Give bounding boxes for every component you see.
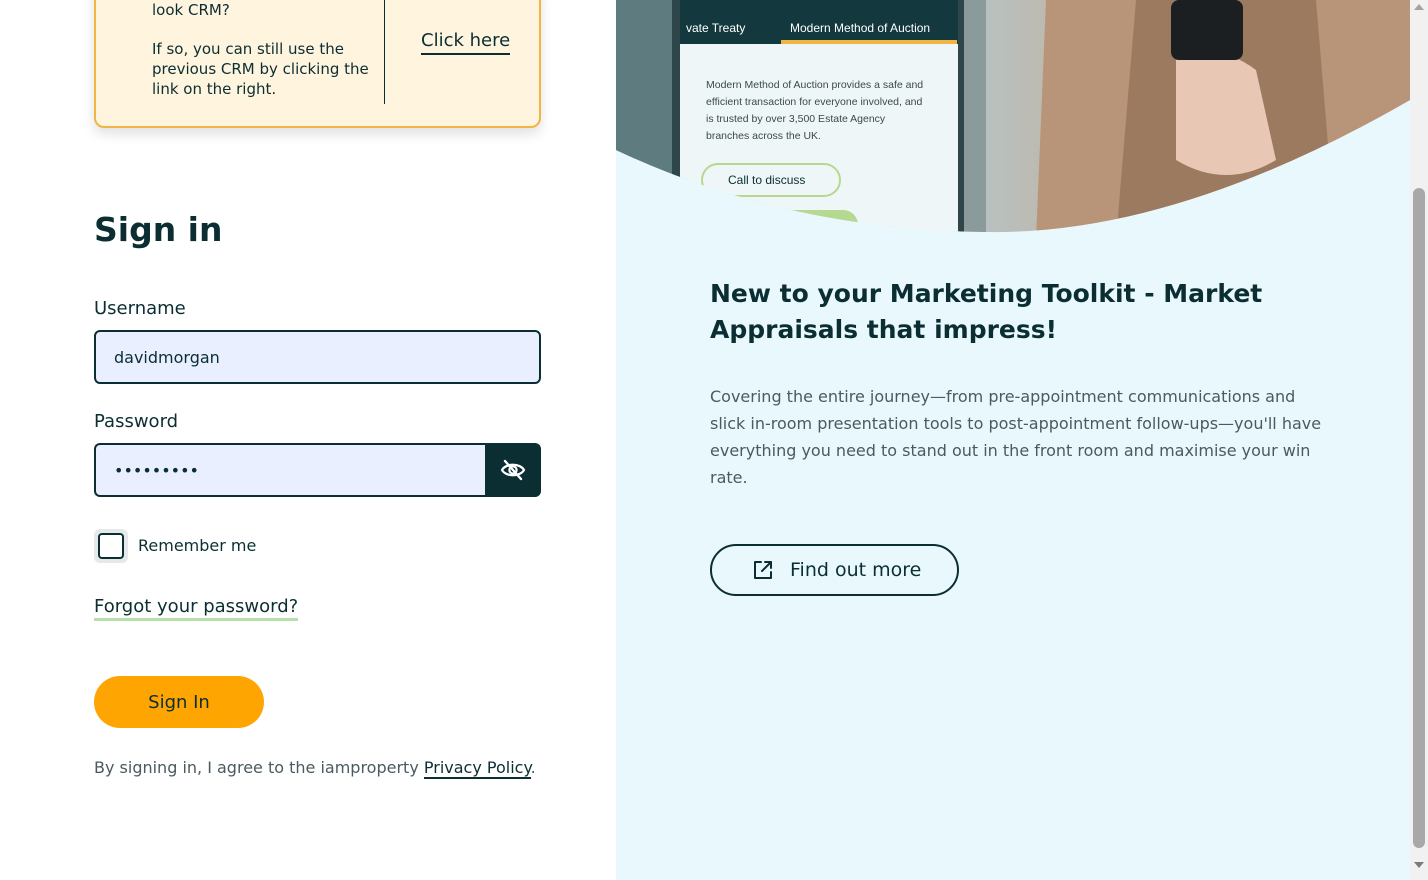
remember-me-checkbox[interactable] [94,529,128,563]
password-input[interactable] [94,443,486,497]
privacy-policy-link[interactable]: Privacy Policy [423,758,531,779]
promo-headline: New to your Marketing Toolkit - Market A… [710,279,1263,344]
phone-text-line: efficient transaction for everyone invol… [706,96,923,108]
hero-image: vate Treaty Modern Method of Auction Mod… [616,0,1410,233]
toggle-password-visibility-button[interactable] [485,443,541,497]
scrollbar-thumb[interactable] [1413,188,1425,848]
phone-text-line: branches across the UK. [706,130,821,142]
notice-body: If so, you can still use the previous CR… [152,40,369,98]
signin-panel: look CRM? If so, you can still use the p… [0,0,616,880]
phone-text-line: is trusted by over 3,500 Estate Agency [706,113,886,125]
terms-agreement: By signing in, I agree to the iampropert… [94,758,536,779]
forgot-password-link[interactable]: Forgot your password? [94,596,299,621]
find-out-more-label: Find out more [790,559,922,581]
old-crm-link[interactable]: Click here [421,30,511,55]
notice-question: look CRM? [152,1,230,19]
external-link-icon [754,561,772,579]
scroll-up-arrow-icon[interactable] [1414,4,1424,10]
scroll-down-arrow-icon[interactable] [1414,862,1424,868]
promo-panel: vate Treaty Modern Method of Auction Mod… [616,0,1410,880]
phone-text-line: Modern Method of Auction provides a safe… [706,79,923,91]
sign-in-button[interactable]: Sign In [94,676,264,728]
username-input[interactable] [94,330,541,384]
agree-text: By signing in, I agree to the iampropert… [94,758,424,777]
page-title: Sign in [94,210,223,249]
eye-slash-icon [500,459,526,481]
promo-description: Covering the entire journey—from pre-app… [710,387,1322,487]
find-out-more-button[interactable]: Find out more [710,544,959,596]
phone-call-button: Call to discuss [728,173,805,187]
phone-tab-mma: Modern Method of Auction [790,21,930,35]
agree-suffix: . [530,758,536,777]
remember-me-label: Remember me [138,536,257,555]
phone-tab-private-treaty: vate Treaty [686,21,745,35]
notice-divider [384,0,385,104]
page-scrollbar[interactable] [1410,0,1428,880]
password-label: Password [94,411,179,432]
username-label: Username [94,298,186,319]
notice-text: look CRM? If so, you can still use the p… [152,0,372,99]
checkbox-box [98,533,124,559]
old-crm-notice: look CRM? If so, you can still use the p… [94,0,541,128]
